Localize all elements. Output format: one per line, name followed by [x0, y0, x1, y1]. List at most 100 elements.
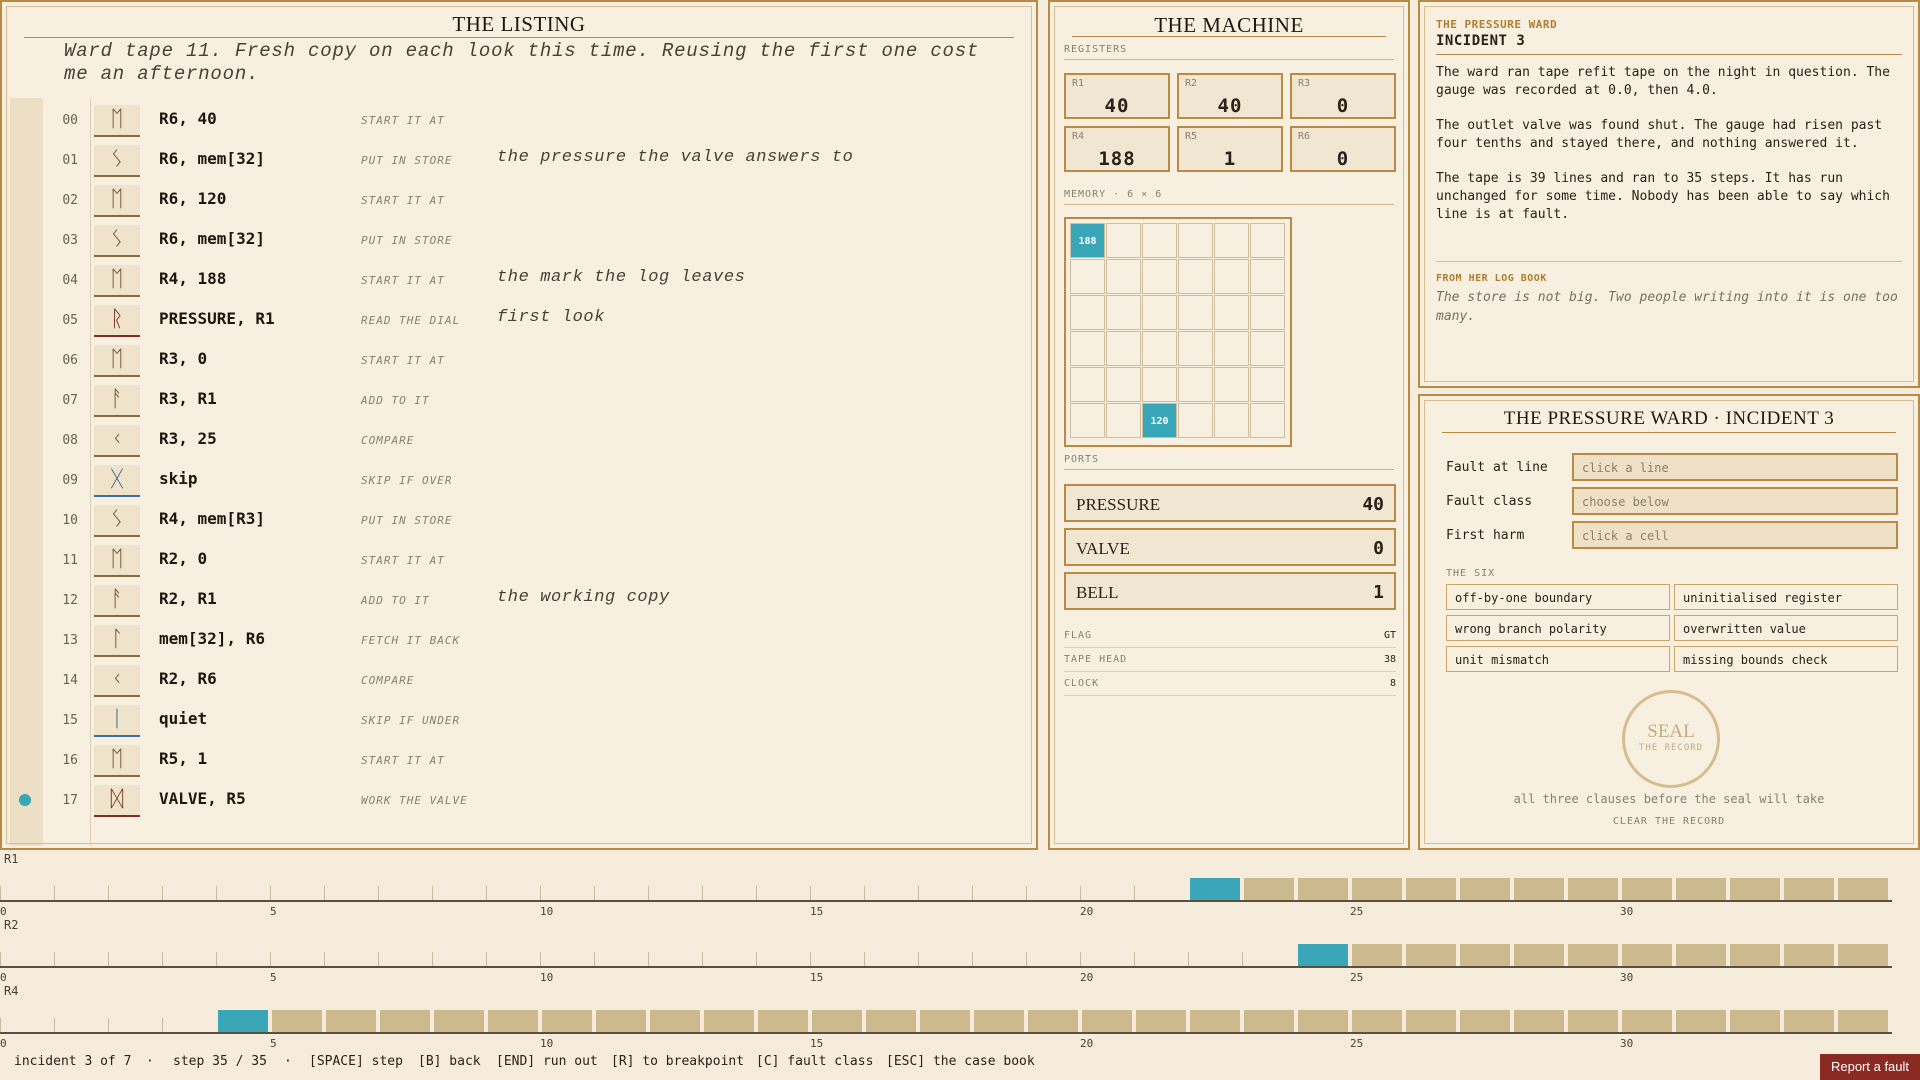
memory-cell[interactable] — [1178, 223, 1213, 258]
memory-cell[interactable]: 120 — [1142, 403, 1177, 438]
memory-cell[interactable] — [1250, 331, 1285, 366]
timeline-step[interactable] — [1676, 944, 1726, 966]
memory-cell[interactable] — [1070, 403, 1105, 438]
timeline-step[interactable] — [326, 1010, 376, 1032]
timeline-step[interactable] — [1622, 1010, 1672, 1032]
listing-row[interactable]: 14 ᚲ R2, R6 COMPARE — [2, 660, 1032, 700]
memory-cell[interactable] — [1214, 367, 1249, 402]
memory-cell[interactable] — [1178, 259, 1213, 294]
timeline-step[interactable] — [1406, 1010, 1456, 1032]
memory-cell[interactable] — [1142, 223, 1177, 258]
timeline-step[interactable] — [758, 1010, 808, 1032]
memory-cell[interactable] — [1106, 259, 1141, 294]
timeline-step[interactable] — [1406, 944, 1456, 966]
seal-record-button[interactable]: SEAL THE RECORD — [1622, 690, 1720, 788]
memory-cell[interactable] — [1070, 295, 1105, 330]
memory-cell[interactable] — [1178, 403, 1213, 438]
timeline-step[interactable] — [1514, 944, 1564, 966]
memory-cell[interactable] — [1106, 223, 1141, 258]
first-harm-field[interactable]: click a cell — [1572, 521, 1898, 549]
fault-line-field[interactable]: click a line — [1572, 453, 1898, 481]
memory-cell[interactable] — [1178, 331, 1213, 366]
memory-cell[interactable] — [1214, 403, 1249, 438]
timeline-step[interactable] — [1190, 1010, 1240, 1032]
timeline-step[interactable] — [1622, 878, 1672, 900]
class-overwritten-value[interactable]: overwritten value — [1674, 615, 1898, 641]
memory-cell[interactable] — [1250, 259, 1285, 294]
listing-row[interactable]: 16 ᛖ R5, 1 START IT AT — [2, 740, 1032, 780]
memory-cell[interactable] — [1142, 259, 1177, 294]
memory-cell[interactable] — [1070, 259, 1105, 294]
breakpoint-marker[interactable] — [19, 794, 31, 806]
fault-class-field[interactable]: choose below — [1572, 487, 1898, 515]
listing-row[interactable]: 10 ᛊ R4, mem[R3] PUT IN STORE — [2, 500, 1032, 540]
listing-row[interactable]: 08 ᚲ R3, 25 COMPARE — [2, 420, 1032, 460]
memory-cell[interactable] — [1178, 367, 1213, 402]
timeline-step[interactable] — [1568, 878, 1618, 900]
timeline-step[interactable] — [1838, 878, 1888, 900]
timeline-step[interactable] — [866, 1010, 916, 1032]
report-fault-button[interactable]: Report a fault — [1820, 1054, 1920, 1080]
timeline-step[interactable] — [1676, 878, 1726, 900]
class-wrong-branch-polarity[interactable]: wrong branch polarity — [1446, 615, 1670, 641]
memory-cell[interactable] — [1178, 295, 1213, 330]
timeline-step[interactable] — [1460, 878, 1510, 900]
timeline-step[interactable] — [1568, 1010, 1618, 1032]
memory-cell[interactable] — [1106, 367, 1141, 402]
clear-record-button[interactable]: CLEAR THE RECORD — [1420, 816, 1918, 827]
listing-row[interactable]: 03 ᛊ R6, mem[32] PUT IN STORE — [2, 220, 1032, 260]
timeline-step[interactable] — [1028, 1010, 1078, 1032]
listing-row[interactable]: 05 ᚱ PRESSURE, R1 READ THE DIAL first look — [2, 300, 1032, 340]
listing-row[interactable]: 13 ᛚ mem[32], R6 FETCH IT BACK — [2, 620, 1032, 660]
timeline-step[interactable] — [1730, 878, 1780, 900]
timeline-step[interactable] — [1568, 944, 1618, 966]
timeline-step[interactable] — [272, 1010, 322, 1032]
listing-row[interactable]: 06 ᛖ R3, 0 START IT AT — [2, 340, 1032, 380]
memory-cell[interactable]: 188 — [1070, 223, 1105, 258]
timeline-step[interactable] — [1190, 878, 1240, 900]
timeline-step[interactable] — [1082, 1010, 1132, 1032]
timeline-step[interactable] — [812, 1010, 862, 1032]
listing-row[interactable]: 11 ᛖ R2, 0 START IT AT — [2, 540, 1032, 580]
listing-row[interactable]: 12 ᚨ R2, R1 ADD TO IT the working copy — [2, 580, 1032, 620]
listing-row[interactable]: 17 ᛞ VALVE, R5 WORK THE VALVE — [2, 780, 1032, 820]
memory-cell[interactable] — [1214, 295, 1249, 330]
memory-cell[interactable] — [1106, 331, 1141, 366]
timeline-step[interactable] — [1784, 944, 1834, 966]
timeline-step[interactable] — [1730, 1010, 1780, 1032]
memory-cell[interactable] — [1142, 331, 1177, 366]
timeline-step[interactable] — [488, 1010, 538, 1032]
timeline-step[interactable] — [920, 1010, 970, 1032]
listing-row[interactable]: 01 ᛊ R6, mem[32] PUT IN STORE the pressure t… — [2, 140, 1032, 180]
listing-row[interactable]: 04 ᛖ R4, 188 START IT AT the mark the log le… — [2, 260, 1032, 300]
timeline-step[interactable] — [1784, 1010, 1834, 1032]
memory-cell[interactable] — [1214, 223, 1249, 258]
memory-cell[interactable] — [1106, 295, 1141, 330]
timeline-step[interactable] — [1460, 944, 1510, 966]
timeline-step[interactable] — [1352, 878, 1402, 900]
class-unit-mismatch[interactable]: unit mismatch — [1446, 646, 1670, 672]
timeline-step[interactable] — [1298, 878, 1348, 900]
timeline-step[interactable] — [1352, 944, 1402, 966]
timeline-step[interactable] — [1838, 944, 1888, 966]
memory-cell[interactable] — [1250, 223, 1285, 258]
timeline-step[interactable] — [434, 1010, 484, 1032]
memory-cell[interactable] — [1214, 331, 1249, 366]
timeline-step[interactable] — [1352, 1010, 1402, 1032]
listing-row[interactable]: 09 ᚷ skip SKIP IF OVER — [2, 460, 1032, 500]
listing-row[interactable]: 15 ᛁ quiet SKIP IF UNDER — [2, 700, 1032, 740]
memory-cell[interactable] — [1106, 403, 1141, 438]
memory-cell[interactable] — [1142, 367, 1177, 402]
timeline-step[interactable] — [1676, 1010, 1726, 1032]
timeline-step[interactable] — [1244, 1010, 1294, 1032]
memory-cell[interactable] — [1142, 295, 1177, 330]
memory-cell[interactable] — [1250, 295, 1285, 330]
timeline-step[interactable] — [1730, 944, 1780, 966]
memory-cell[interactable] — [1250, 367, 1285, 402]
listing-row[interactable]: 00 ᛖ R6, 40 START IT AT — [2, 100, 1032, 140]
class-missing-bounds-check[interactable]: missing bounds check — [1674, 646, 1898, 672]
timeline-step[interactable] — [1514, 1010, 1564, 1032]
memory-cell[interactable] — [1250, 403, 1285, 438]
timeline-step[interactable] — [596, 1010, 646, 1032]
timeline-step[interactable] — [1298, 944, 1348, 966]
